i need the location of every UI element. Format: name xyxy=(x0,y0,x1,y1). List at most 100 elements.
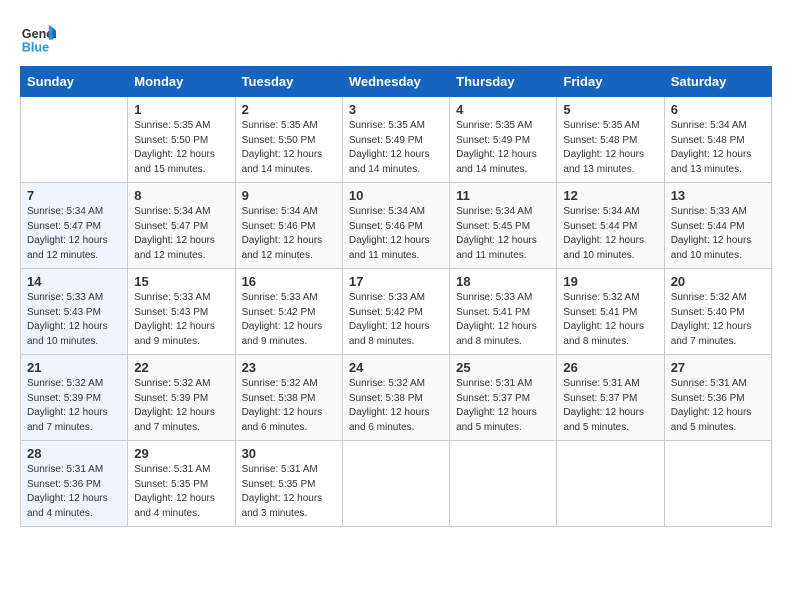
page-header: General Blue xyxy=(20,20,772,56)
logo: General Blue xyxy=(20,20,60,56)
day-number: 5 xyxy=(563,102,657,117)
day-number: 7 xyxy=(27,188,121,203)
day-number: 9 xyxy=(242,188,336,203)
day-number: 24 xyxy=(349,360,443,375)
calendar-cell: 10 Sunrise: 5:34 AM Sunset: 5:46 PM Dayli… xyxy=(342,183,449,269)
weekday-header-thursday: Thursday xyxy=(450,67,557,97)
day-number: 2 xyxy=(242,102,336,117)
day-detail: Sunrise: 5:32 AM Sunset: 5:41 PM Dayligh… xyxy=(563,291,657,349)
day-detail: Sunrise: 5:31 AM Sunset: 5:35 PM Dayligh… xyxy=(134,463,228,521)
day-detail: Sunrise: 5:32 AM Sunset: 5:39 PM Dayligh… xyxy=(134,377,228,435)
day-number: 3 xyxy=(349,102,443,117)
day-number: 20 xyxy=(671,274,765,289)
calendar-cell: 4Sunrise: 5:35 AM Sunset: 5:49 PM Daylig… xyxy=(450,97,557,183)
day-detail: Sunrise: 5:31 AM Sunset: 5:37 PM Dayligh… xyxy=(563,377,657,435)
calendar-week-3: 14Sunrise: 5:33 AM Sunset: 5:43 PM Dayli… xyxy=(21,269,772,355)
weekday-header-saturday: Saturday xyxy=(664,67,771,97)
day-number: 29 xyxy=(134,446,228,461)
day-detail: Sunrise: 5:34 AM Sunset: 5:44 PM Dayligh… xyxy=(563,205,657,263)
calendar-cell: 20 Sunrise: 5:32 AM Sunset: 5:40 PM Dayli… xyxy=(664,269,771,355)
day-number: 30 xyxy=(242,446,336,461)
day-detail: Sunrise: 5:32 AM Sunset: 5:39 PM Dayligh… xyxy=(27,377,121,435)
day-number: 4 xyxy=(456,102,550,117)
calendar-cell: 1 Sunrise: 5:35 AM Sunset: 5:50 PM Daylig… xyxy=(128,97,235,183)
day-detail: Sunrise: 5:31 AM Sunset: 5:36 PM Dayligh… xyxy=(27,463,121,521)
day-number: 27 xyxy=(671,360,765,375)
calendar-cell: 30 Sunrise: 5:31 AM Sunset: 5:35 PM Dayli… xyxy=(235,441,342,527)
day-detail: Sunrise: 5:33 AM Sunset: 5:42 PM Dayligh… xyxy=(349,291,443,349)
day-number: 21 xyxy=(27,360,121,375)
day-detail: Sunrise: 5:31 AM Sunset: 5:36 PM Dayligh… xyxy=(671,377,765,435)
calendar-table: SundayMondayTuesdayWednesdayThursdayFrid… xyxy=(20,66,772,527)
calendar-week-2: 7 Sunrise: 5:34 AM Sunset: 5:47 PM Daylig… xyxy=(21,183,772,269)
calendar-cell xyxy=(450,441,557,527)
calendar-week-5: 28 Sunrise: 5:31 AM Sunset: 5:36 PM Dayli… xyxy=(21,441,772,527)
day-number: 16 xyxy=(242,274,336,289)
day-detail: Sunrise: 5:35 AM Sunset: 5:50 PM Dayligh… xyxy=(134,119,228,177)
day-detail: Sunrise: 5:32 AM Sunset: 5:38 PM Dayligh… xyxy=(349,377,443,435)
day-number: 28 xyxy=(27,446,121,461)
calendar-cell: 15 Sunrise: 5:33 AM Sunset: 5:43 PM Dayli… xyxy=(128,269,235,355)
day-detail: Sunrise: 5:33 AM Sunset: 5:43 PM Dayligh… xyxy=(27,291,121,349)
calendar-week-1: 1 Sunrise: 5:35 AM Sunset: 5:50 PM Daylig… xyxy=(21,97,772,183)
day-detail: Sunrise: 5:34 AM Sunset: 5:46 PM Dayligh… xyxy=(349,205,443,263)
calendar-cell: 28 Sunrise: 5:31 AM Sunset: 5:36 PM Dayli… xyxy=(21,441,128,527)
weekday-header-row: SundayMondayTuesdayWednesdayThursdayFrid… xyxy=(21,67,772,97)
day-detail: Sunrise: 5:33 AM Sunset: 5:43 PM Dayligh… xyxy=(134,291,228,349)
day-number: 13 xyxy=(671,188,765,203)
day-number: 25 xyxy=(456,360,550,375)
weekday-header-friday: Friday xyxy=(557,67,664,97)
day-number: 23 xyxy=(242,360,336,375)
day-number: 19 xyxy=(563,274,657,289)
day-number: 10 xyxy=(349,188,443,203)
weekday-header-sunday: Sunday xyxy=(21,67,128,97)
calendar-week-4: 21 Sunrise: 5:32 AM Sunset: 5:39 PM Dayli… xyxy=(21,355,772,441)
calendar-cell: 7 Sunrise: 5:34 AM Sunset: 5:47 PM Daylig… xyxy=(21,183,128,269)
day-number: 18 xyxy=(456,274,550,289)
day-detail: Sunrise: 5:33 AM Sunset: 5:41 PM Dayligh… xyxy=(456,291,550,349)
calendar-cell: 25Sunrise: 5:31 AM Sunset: 5:37 PM Dayli… xyxy=(450,355,557,441)
day-number: 1 xyxy=(134,102,228,117)
calendar-cell: 11 Sunrise: 5:34 AM Sunset: 5:45 PM Dayli… xyxy=(450,183,557,269)
day-detail: Sunrise: 5:32 AM Sunset: 5:38 PM Dayligh… xyxy=(242,377,336,435)
day-detail: Sunrise: 5:34 AM Sunset: 5:45 PM Dayligh… xyxy=(456,205,550,263)
weekday-header-tuesday: Tuesday xyxy=(235,67,342,97)
day-detail: Sunrise: 5:34 AM Sunset: 5:46 PM Dayligh… xyxy=(242,205,336,263)
calendar-cell: 12Sunrise: 5:34 AM Sunset: 5:44 PM Dayli… xyxy=(557,183,664,269)
calendar-cell: 6Sunrise: 5:34 AM Sunset: 5:48 PM Daylig… xyxy=(664,97,771,183)
day-detail: Sunrise: 5:35 AM Sunset: 5:49 PM Dayligh… xyxy=(349,119,443,177)
logo-icon: General Blue xyxy=(20,20,56,56)
day-detail: Sunrise: 5:34 AM Sunset: 5:47 PM Dayligh… xyxy=(27,205,121,263)
day-detail: Sunrise: 5:32 AM Sunset: 5:40 PM Dayligh… xyxy=(671,291,765,349)
calendar-body: 1 Sunrise: 5:35 AM Sunset: 5:50 PM Daylig… xyxy=(21,97,772,527)
day-number: 15 xyxy=(134,274,228,289)
day-number: 17 xyxy=(349,274,443,289)
day-number: 26 xyxy=(563,360,657,375)
calendar-cell: 16 Sunrise: 5:33 AM Sunset: 5:42 PM Dayli… xyxy=(235,269,342,355)
calendar-cell xyxy=(664,441,771,527)
day-number: 11 xyxy=(456,188,550,203)
calendar-cell: 14Sunrise: 5:33 AM Sunset: 5:43 PM Dayli… xyxy=(21,269,128,355)
calendar-cell: 5 Sunrise: 5:35 AM Sunset: 5:48 PM Daylig… xyxy=(557,97,664,183)
calendar-cell: 23 Sunrise: 5:32 AM Sunset: 5:38 PM Dayli… xyxy=(235,355,342,441)
day-detail: Sunrise: 5:31 AM Sunset: 5:35 PM Dayligh… xyxy=(242,463,336,521)
calendar-cell: 3 Sunrise: 5:35 AM Sunset: 5:49 PM Daylig… xyxy=(342,97,449,183)
day-detail: Sunrise: 5:35 AM Sunset: 5:48 PM Dayligh… xyxy=(563,119,657,177)
weekday-header-wednesday: Wednesday xyxy=(342,67,449,97)
calendar-cell xyxy=(342,441,449,527)
calendar-cell: 26 Sunrise: 5:31 AM Sunset: 5:37 PM Dayli… xyxy=(557,355,664,441)
day-detail: Sunrise: 5:34 AM Sunset: 5:47 PM Dayligh… xyxy=(134,205,228,263)
calendar-cell: 18 Sunrise: 5:33 AM Sunset: 5:41 PM Dayli… xyxy=(450,269,557,355)
calendar-cell: 19 Sunrise: 5:32 AM Sunset: 5:41 PM Dayli… xyxy=(557,269,664,355)
day-detail: Sunrise: 5:33 AM Sunset: 5:44 PM Dayligh… xyxy=(671,205,765,263)
day-number: 6 xyxy=(671,102,765,117)
calendar-cell xyxy=(557,441,664,527)
svg-text:Blue: Blue xyxy=(22,41,49,55)
day-detail: Sunrise: 5:33 AM Sunset: 5:42 PM Dayligh… xyxy=(242,291,336,349)
calendar-cell: 9 Sunrise: 5:34 AM Sunset: 5:46 PM Daylig… xyxy=(235,183,342,269)
calendar-cell: 8Sunrise: 5:34 AM Sunset: 5:47 PM Daylig… xyxy=(128,183,235,269)
calendar-cell: 13 Sunrise: 5:33 AM Sunset: 5:44 PM Dayli… xyxy=(664,183,771,269)
calendar-cell xyxy=(21,97,128,183)
calendar-cell: 17 Sunrise: 5:33 AM Sunset: 5:42 PM Dayli… xyxy=(342,269,449,355)
calendar-cell: 22Sunrise: 5:32 AM Sunset: 5:39 PM Dayli… xyxy=(128,355,235,441)
